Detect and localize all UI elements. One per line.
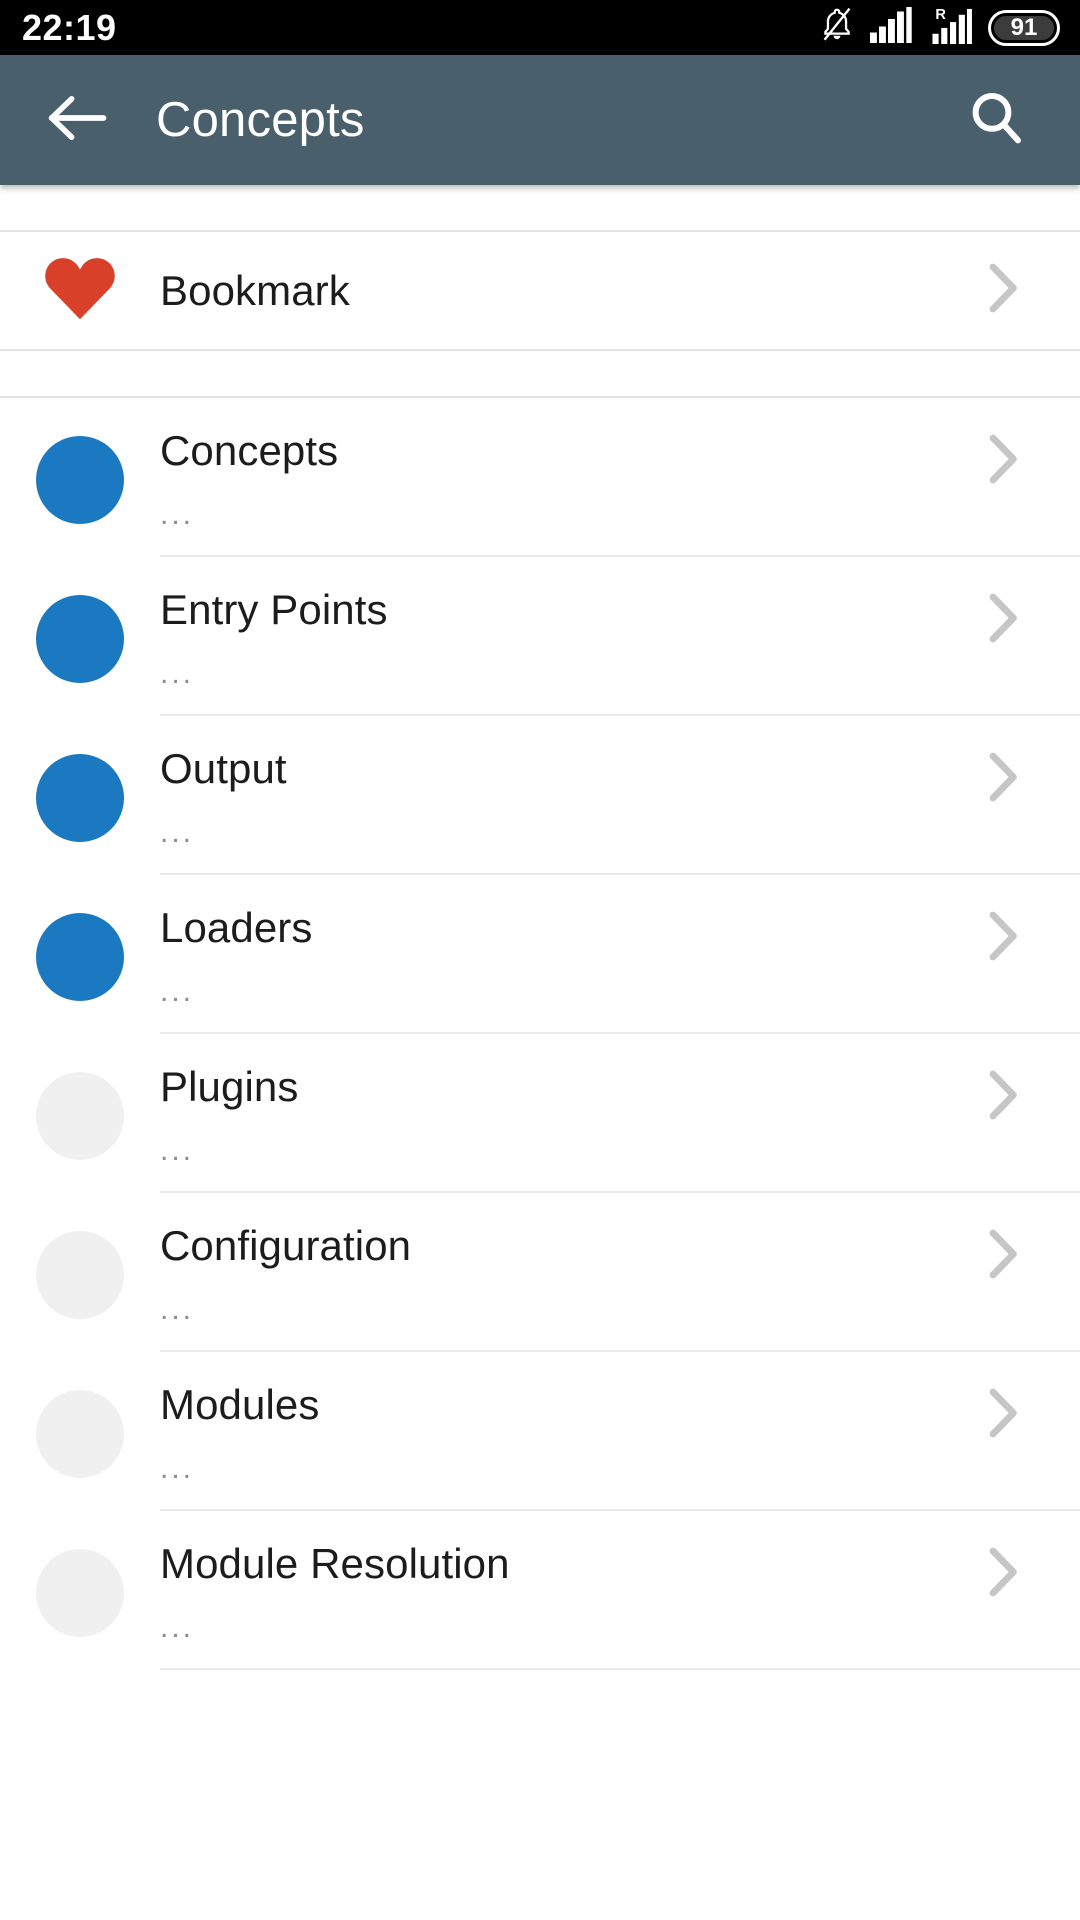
chevron-right-icon	[987, 261, 1021, 320]
list-item-body: Entry Points...	[160, 557, 974, 716]
list-item-chevron	[974, 591, 1034, 645]
list-item-subtitle: ...	[160, 816, 195, 850]
list-item-subtitle: ...	[160, 498, 195, 532]
list-item[interactable]: Module Resolution...	[0, 1511, 1080, 1670]
list-item-chevron	[974, 432, 1034, 486]
list-item-body: Modules...	[160, 1352, 974, 1511]
list-item-chevron	[974, 1227, 1034, 1281]
concepts-list: Concepts... Entry Points... Output... Loade…	[0, 398, 1080, 1670]
svg-text:R: R	[935, 7, 946, 23]
bookmark-chevron	[974, 261, 1034, 320]
status-bar-clock: 22:19	[22, 6, 117, 48]
list-item-chevron	[974, 1386, 1034, 1440]
list-item-title: Entry Points	[160, 585, 388, 633]
list-item-title: Modules	[160, 1380, 320, 1428]
bookmark-label: Bookmark	[160, 266, 350, 314]
avatar	[36, 1230, 124, 1319]
list-item-avatar-container	[0, 1511, 160, 1670]
battery-percent-label: 91	[1010, 13, 1038, 41]
chevron-right-icon	[989, 1229, 1017, 1279]
list-item-subtitle: ...	[160, 1611, 195, 1645]
chevron-right-icon	[989, 1547, 1017, 1597]
content-scroll-area[interactable]: Bookmark Concepts... Entry Points... Outpu…	[0, 185, 1080, 1920]
list-item-title: Configuration	[160, 1221, 412, 1269]
list-item-avatar-container	[0, 1352, 160, 1511]
section-spacer	[0, 351, 1080, 396]
list-item[interactable]: Output...	[0, 716, 1080, 875]
list-item-body: Loaders...	[160, 875, 974, 1034]
avatar	[36, 1071, 124, 1160]
list-item-subtitle: ...	[160, 975, 195, 1009]
list-item[interactable]: Modules...	[0, 1352, 1080, 1511]
avatar	[36, 594, 124, 683]
top-spacer	[0, 185, 1080, 230]
list-item-body: Configuration...	[160, 1193, 974, 1352]
roaming-signal-icon: R	[928, 6, 972, 49]
search-button[interactable]	[958, 82, 1034, 158]
list-item[interactable]: Loaders...	[0, 875, 1080, 1034]
chevron-right-icon	[989, 593, 1017, 643]
list-item-chevron	[974, 1545, 1034, 1599]
bell-muted-icon	[820, 6, 854, 49]
chevron-right-icon	[989, 434, 1017, 484]
battery-icon: 91	[988, 9, 1060, 46]
list-item-avatar-container	[0, 1034, 160, 1193]
bookmark-icon-container	[0, 252, 160, 329]
list-item[interactable]: Plugins...	[0, 1034, 1080, 1193]
heart-icon	[41, 252, 119, 329]
list-item-subtitle: ...	[160, 1134, 195, 1168]
list-item[interactable]: Concepts...	[0, 398, 1080, 557]
avatar	[36, 435, 124, 524]
status-bar-icons: R 91	[820, 6, 1060, 49]
chevron-right-icon	[989, 1070, 1017, 1120]
list-item-subtitle: ...	[160, 657, 195, 691]
arrow-left-icon	[47, 93, 109, 148]
list-item[interactable]: Entry Points...	[0, 557, 1080, 716]
page-title: Concepts	[156, 93, 365, 147]
signal-bars-icon	[870, 7, 912, 48]
back-button[interactable]	[40, 82, 116, 158]
list-item-title: Module Resolution	[160, 1539, 510, 1587]
app-bar: Concepts	[0, 55, 1080, 185]
avatar	[36, 1548, 124, 1637]
list-item-title: Concepts	[160, 426, 339, 474]
list-item-subtitle: ...	[160, 1293, 195, 1327]
list-item-title: Loaders	[160, 903, 313, 951]
list-item-title: Output	[160, 744, 287, 792]
avatar	[36, 1389, 124, 1478]
list-item-body: Plugins...	[160, 1034, 974, 1193]
status-bar: 22:19 R 91	[0, 0, 1080, 55]
list-item[interactable]: Configuration...	[0, 1193, 1080, 1352]
list-item-title: Plugins	[160, 1062, 299, 1110]
list-item-chevron	[974, 909, 1034, 963]
chevron-right-icon	[989, 752, 1017, 802]
bookmark-row[interactable]: Bookmark	[0, 232, 1080, 349]
avatar	[36, 753, 124, 842]
avatar	[36, 912, 124, 1001]
list-item-body: Module Resolution...	[160, 1511, 974, 1670]
list-item-avatar-container	[0, 716, 160, 875]
list-item-chevron	[974, 1068, 1034, 1122]
search-icon	[968, 90, 1024, 151]
list-item-chevron	[974, 750, 1034, 804]
list-item-subtitle: ...	[160, 1452, 195, 1486]
chevron-right-icon	[989, 1388, 1017, 1438]
list-item-avatar-container	[0, 557, 160, 716]
list-item-avatar-container	[0, 1193, 160, 1352]
chevron-right-icon	[989, 911, 1017, 961]
list-item-body: Output...	[160, 716, 974, 875]
phone-screen: 22:19 R 91 Concepts Bookmark Concepts ..…	[0, 0, 1080, 1920]
list-item-avatar-container	[0, 398, 160, 557]
list-item-divider	[160, 1668, 1080, 1670]
list-item-avatar-container	[0, 875, 160, 1034]
list-item-body: Concepts...	[160, 398, 974, 557]
